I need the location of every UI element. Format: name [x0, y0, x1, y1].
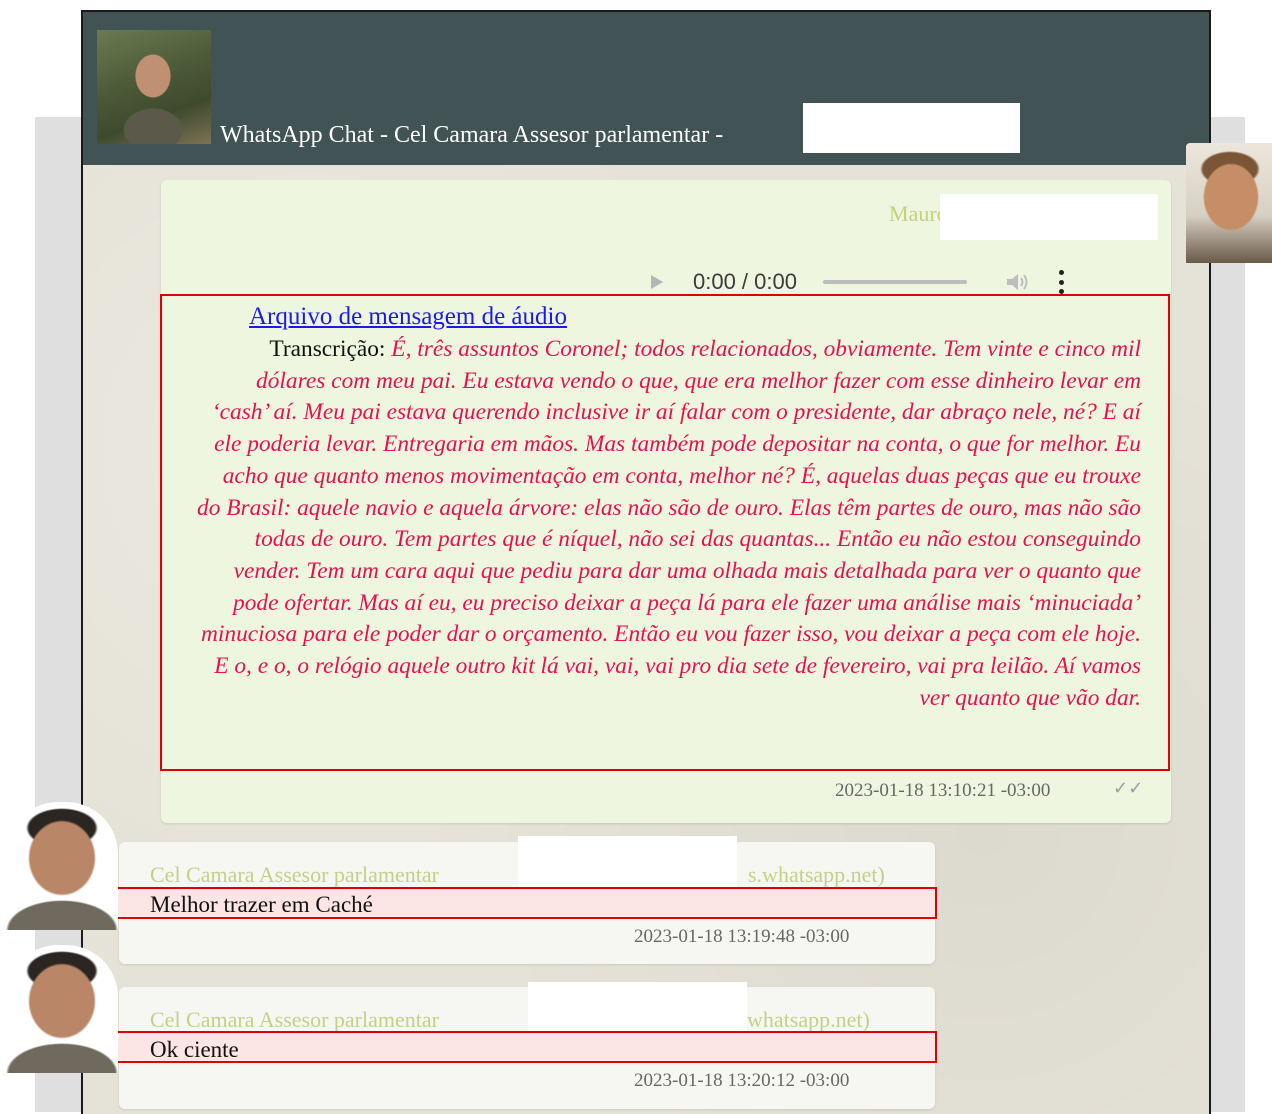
sender-id-suffix: whatsapp.net)	[747, 1007, 870, 1032]
more-options-icon[interactable]	[1058, 270, 1065, 294]
message-text: Melhor trazer em Caché	[150, 892, 373, 917]
redaction-box	[940, 194, 1158, 240]
message-text: Ok ciente	[150, 1037, 239, 1062]
chat-header: WhatsApp Chat - Cel Camara Assesor parla…	[83, 12, 1209, 165]
audio-progress-slider[interactable]	[822, 280, 967, 284]
contact-avatar[interactable]	[97, 30, 211, 144]
message-timestamp: 2023-01-18 13:20:12 -03:00	[634, 1070, 850, 1091]
chat-title: WhatsApp Chat - Cel Camara Assesor parla…	[220, 122, 724, 148]
chat-window: WhatsApp Chat - Cel Camara Assesor parla…	[81, 10, 1211, 1114]
sender-avatar	[1186, 143, 1272, 263]
play-icon[interactable]	[651, 275, 663, 289]
audio-file-link[interactable]: Arquivo de mensagem de áudio	[249, 303, 567, 331]
audio-transcript: Transcrição: É, três assuntos Coronel; t…	[197, 334, 1141, 714]
message-timestamp: 2023-01-18 13:19:48 -03:00	[634, 926, 850, 947]
sender-name: Cel Camara Assesor parlamentar	[150, 1007, 439, 1032]
sender-name: Cel Camara Assesor parlamentar	[150, 862, 439, 887]
audio-time: 0:00 / 0:00	[693, 269, 797, 294]
transcript-text: É, três assuntos Coronel; todos relacion…	[197, 336, 1141, 711]
transcript-label: Transcrição:	[269, 336, 392, 362]
message-highlight-box	[116, 1031, 937, 1063]
sender-avatar	[6, 945, 118, 1073]
message-timestamp: 2023-01-18 13:10:21 -03:00	[835, 780, 1051, 801]
sender-id-suffix: s.whatsapp.net)	[748, 862, 885, 887]
redaction-box	[803, 103, 1020, 153]
volume-icon[interactable]	[1005, 271, 1031, 293]
double-check-icon: ✓✓	[1113, 778, 1144, 798]
sender-avatar	[6, 802, 118, 930]
